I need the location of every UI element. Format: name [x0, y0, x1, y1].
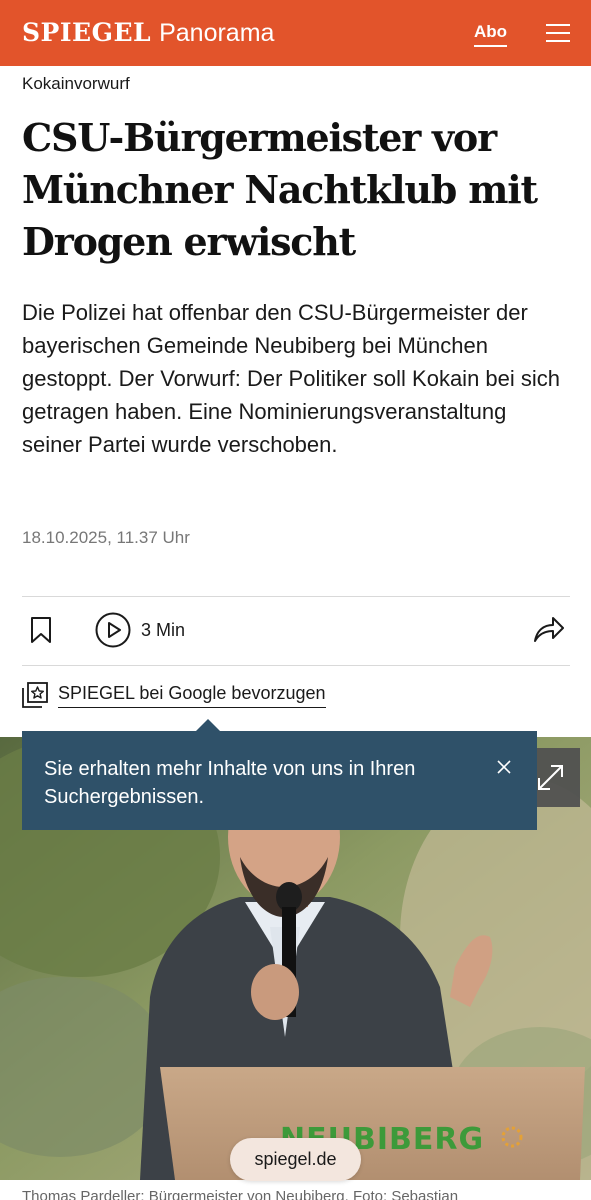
google-preference-tooltip: Sie erhalten mehr Inhalte von uns in Ihr…: [22, 731, 537, 830]
bookmark-icon[interactable]: [30, 616, 52, 644]
share-arrow-icon[interactable]: [533, 615, 565, 643]
star-stack-icon: [22, 682, 48, 708]
brand[interactable]: SPIEGEL Panorama: [22, 18, 274, 48]
publish-date: 18.10.2025, 11.37 Uhr: [22, 528, 190, 547]
divider-bottom: [22, 665, 570, 666]
listen-duration: 3 Min: [141, 619, 186, 640]
listen-button[interactable]: 3 Min: [95, 612, 185, 648]
article-actions: 3 Min: [22, 597, 570, 665]
article-headline: CSU-Bürgermeister vor Münchner Nachtklub…: [22, 115, 538, 264]
google-preference-link[interactable]: SPIEGEL bei Google bevorzugen: [22, 682, 326, 708]
tooltip-text: Sie erhalten mehr Inhalte von uns in Ihr…: [44, 758, 416, 808]
hamburger-menu-icon[interactable]: [546, 24, 570, 42]
abo-link[interactable]: Abo: [474, 22, 508, 47]
article-teaser: Die Polizei hat offenbar den CSU-Bürgerm…: [22, 300, 561, 457]
play-circle-icon: [95, 612, 131, 648]
section-name[interactable]: Panorama: [159, 19, 274, 48]
tooltip-arrow: [196, 719, 220, 731]
url-bar[interactable]: spiegel.de: [230, 1138, 361, 1181]
site-header: SPIEGEL Panorama Abo: [0, 0, 591, 66]
spiegel-logo[interactable]: SPIEGEL: [22, 18, 151, 47]
image-caption: Thomas Pardeller: Bürgermeister von Neub…: [22, 1188, 459, 1200]
close-icon[interactable]: [496, 759, 512, 775]
google-preference-label: SPIEGEL bei Google bevorzugen: [58, 683, 326, 708]
article-kicker: Kokainvorwurf: [22, 74, 130, 93]
